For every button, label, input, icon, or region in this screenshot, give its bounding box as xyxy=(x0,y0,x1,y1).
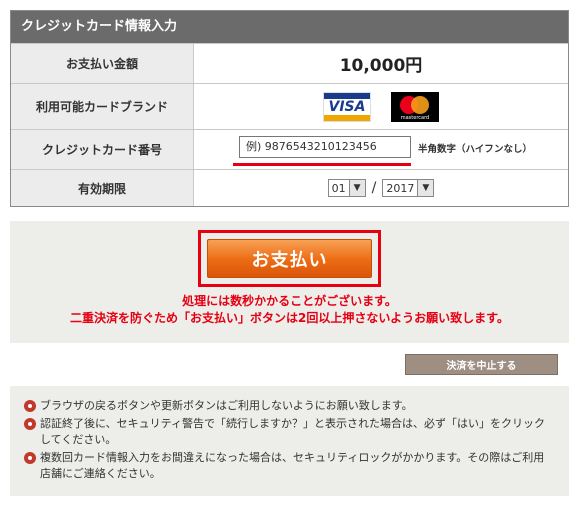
expiry-month-select[interactable]: 01 ▼ xyxy=(327,179,366,197)
note-item: 複数回カード情報入力をお間違えになった場合は、セキュリティロックがかかります。そ… xyxy=(24,450,555,482)
brands-row: 利用可能カードブランド VISA mastercard xyxy=(11,83,568,129)
brands-cell: VISA mastercard xyxy=(194,84,568,129)
card-number-row: クレジットカード番号 例) 9876543210123456 半角数字（ハイフン… xyxy=(11,129,568,169)
card-number-label: クレジットカード番号 xyxy=(11,130,194,169)
note-text: ブラウザの戻るボタンや更新ボタンはご利用しないようにお願い致します。 xyxy=(40,399,413,412)
card-number-highlight xyxy=(233,163,411,166)
amount-label: お支払い金額 xyxy=(11,44,194,83)
payment-area: お支払い 処理には数秒かかることがございます。 二重決済を防ぐため「お支払い」ボ… xyxy=(10,221,569,343)
mastercard-logo-icon: mastercard xyxy=(391,91,439,122)
expiry-year-select[interactable]: 2017 ▼ xyxy=(382,179,435,197)
note-item: 認証終了後に、セキュリティ警告で「続行しますか？」と表示された場合は、必ず「はい… xyxy=(24,416,555,448)
processing-warning: 処理には数秒かかることがございます。 xyxy=(182,294,397,308)
bullet-icon xyxy=(24,452,36,464)
pay-button-highlight: お支払い xyxy=(198,230,381,287)
expiry-row: 有効期限 01 ▼ / 2017 ▼ xyxy=(11,169,568,206)
visa-logo-icon: VISA xyxy=(323,91,371,122)
card-number-cell: 例) 9876543210123456 半角数字（ハイフンなし） xyxy=(194,130,568,169)
card-info-panel: クレジットカード情報入力 お支払い金額 10,000円 利用可能カードブランド … xyxy=(10,10,569,207)
amount-cell: 10,000円 xyxy=(194,44,568,83)
notes-box: ブラウザの戻るボタンや更新ボタンはご利用しないようにお願い致します。 認証終了後… xyxy=(10,386,569,496)
expiry-label: 有効期限 xyxy=(11,170,194,206)
card-number-note: 半角数字（ハイフンなし） xyxy=(418,144,533,155)
chevron-down-icon: ▼ xyxy=(348,180,365,196)
bullet-icon xyxy=(24,400,36,412)
expiry-cell: 01 ▼ / 2017 ▼ xyxy=(194,170,568,206)
panel-title: クレジットカード情報入力 xyxy=(11,11,568,43)
brands-label: 利用可能カードブランド xyxy=(11,84,194,129)
amount-value: 10,000円 xyxy=(339,56,423,76)
chevron-down-icon: ▼ xyxy=(417,180,434,196)
bullet-icon xyxy=(24,418,36,430)
double-charge-warning: 二重決済を防ぐため「お支払い」ボタンは2回以上押さないようお願い致します。 xyxy=(70,311,509,325)
amount-row: お支払い金額 10,000円 xyxy=(11,43,568,83)
card-number-input[interactable]: 例) 9876543210123456 xyxy=(239,136,411,158)
note-text: 複数回カード情報入力をお間違えになった場合は、セキュリティロックがかかります。そ… xyxy=(40,451,545,480)
cancel-payment-button[interactable]: 決済を中止する xyxy=(405,354,558,375)
note-item: ブラウザの戻るボタンや更新ボタンはご利用しないようにお願い致します。 xyxy=(24,398,555,414)
note-text: 認証終了後に、セキュリティ警告で「続行しますか？」と表示された場合は、必ず「はい… xyxy=(40,417,546,446)
expiry-separator: / xyxy=(371,180,377,196)
pay-button[interactable]: お支払い xyxy=(207,239,372,278)
